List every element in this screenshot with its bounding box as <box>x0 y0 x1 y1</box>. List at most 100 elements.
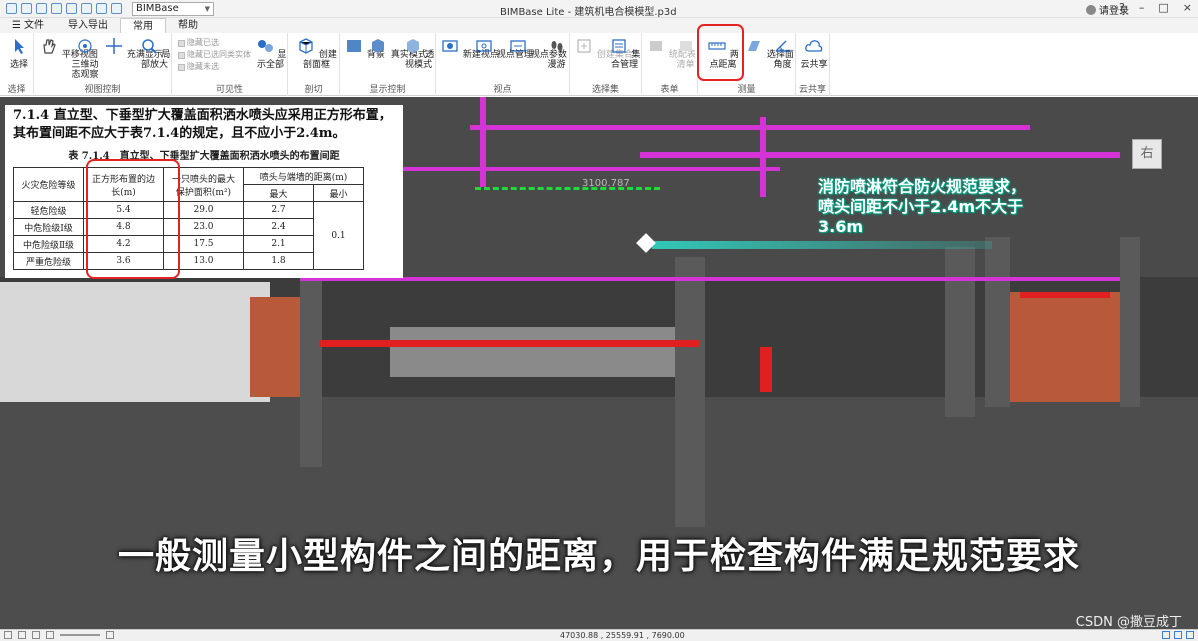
group-selection-set: 创建集合 集合管理 选择集 <box>570 33 642 96</box>
settings-icon[interactable] <box>81 3 92 14</box>
visibility-small-list: 隐藏已选 隐藏已选同类实体 隐藏未选 <box>178 37 251 73</box>
status-right-tools <box>1162 631 1194 639</box>
show-all-icon <box>257 40 273 52</box>
view-mode-icon[interactable] <box>1162 631 1170 639</box>
video-subtitle: 一般测量小型构件之间的距离，用于检查构件满足规范要求 <box>117 536 1080 577</box>
spec-min-value: 0.1 <box>313 201 364 270</box>
measure-highlight-box <box>697 24 744 81</box>
create-section-box-button[interactable]: 创建剖面框 <box>294 37 339 70</box>
cube-solid-icon <box>372 39 384 53</box>
walk-button[interactable]: 漫游 <box>544 37 569 70</box>
spec-header-max: 最大 <box>243 184 314 202</box>
zoom-out-icon[interactable] <box>46 631 54 639</box>
sprinkler-pipe-render <box>480 97 486 187</box>
far-wall-render <box>390 327 690 377</box>
grid-icon[interactable] <box>4 631 12 639</box>
camera-add-icon <box>442 40 458 52</box>
group-view-control: 平移视图 三维动态观察 充满显示 局部放大 视图控制 <box>34 33 172 96</box>
chevron-down-icon: ▼ <box>204 4 210 13</box>
help-button[interactable]: ? <box>1119 1 1125 14</box>
snap-icon[interactable] <box>18 631 26 639</box>
minimize-button[interactable]: – <box>1139 1 1145 14</box>
table-icon <box>650 41 662 51</box>
spec-clause: 7.1.4 直立型、下垂型扩大覆盖面积洒水喷头应采用正方形布置，其布置间距不应大… <box>5 105 403 145</box>
new-file-icon[interactable] <box>21 3 32 14</box>
spec-table-caption: 表 7.1.4 直立型、下垂型扩大覆盖面积洒水喷头的布置间距 <box>68 151 340 162</box>
measure-beam <box>652 241 992 249</box>
csdn-watermark: CSDN @撒豆成丁 <box>1075 615 1182 629</box>
cloud-icon <box>805 40 823 52</box>
orbit-icon <box>78 39 92 53</box>
layer-icon[interactable] <box>32 631 40 639</box>
footprint-icon <box>551 41 562 51</box>
section-box-icon <box>299 38 313 54</box>
cloud-share-button[interactable]: 云共享 <box>799 37 829 70</box>
tab-help[interactable]: 帮助 <box>166 18 210 33</box>
column-render <box>985 237 1010 407</box>
save-as-icon[interactable] <box>66 3 77 14</box>
table-row: 严重危险级 3.6 13.0 1.8 <box>13 252 364 270</box>
angle-icon <box>775 40 790 52</box>
3d-viewport[interactable]: 3100.787 右 消防喷淋符合防火规范要求，喷头间距不小于2.4m不大于3.… <box>0 97 1198 629</box>
hide-selected-item[interactable]: 隐藏已选 <box>178 37 251 49</box>
sprinkler-pipe-render <box>300 277 1120 281</box>
ribbon: 选择 选择 平移视图 三维动态观察 充满显示 局部放大 视图控制 隐藏已选 隐藏… <box>0 24 1198 96</box>
group-table: 统配表 清单 表单 <box>642 33 698 96</box>
sprinkler-pipe-render <box>640 152 1120 158</box>
set-add-icon <box>577 39 591 53</box>
undo-icon[interactable] <box>96 3 107 14</box>
orbit-button[interactable]: 三维动态观察 <box>70 37 100 80</box>
camera-settings-icon <box>476 40 492 52</box>
spec-overlay: 7.1.4 直立型、下垂型扩大覆盖面积洒水喷头应采用正方形布置，其布置间距不应大… <box>5 105 403 278</box>
set-manage-button[interactable]: 集合管理 <box>608 37 641 70</box>
hide-unselected-item[interactable]: 隐藏未选 <box>178 61 251 73</box>
set-manage-icon <box>611 39 626 53</box>
project-selector[interactable]: BIMBase ▼ <box>132 1 214 16</box>
measure-value-label: 3100.787 <box>582 178 630 189</box>
tab-file[interactable]: ☰ 文件 <box>0 18 56 33</box>
select-button[interactable]: 选择 <box>5 37 33 70</box>
spec-header-min: 最小 <box>313 184 364 202</box>
floor-render <box>0 397 1198 629</box>
column-render <box>1120 237 1140 407</box>
view-cube[interactable]: 右 <box>1132 139 1162 169</box>
hide-same-type-item[interactable]: 隐藏已选同类实体 <box>178 49 251 61</box>
tab-common[interactable]: 常用 <box>119 18 166 33</box>
spec-table: 火灾危险等级 正方形布置的边长(m) 一只喷头的最大保护面积(m²) 喷头与端墙… <box>13 167 364 270</box>
open-file-icon[interactable] <box>36 3 47 14</box>
redo-icon[interactable] <box>111 3 122 14</box>
face-icon <box>748 41 760 51</box>
bill-button[interactable]: 清单 <box>674 37 697 70</box>
fire-pipe-render <box>320 340 700 347</box>
table-row: 中危险级Ⅱ级 4.2 17.5 2.1 <box>13 235 364 253</box>
window-title: BIMBase Lite - 建筑机电合模模型.p3d <box>500 7 677 18</box>
fire-pipe-render <box>760 347 772 392</box>
column-render <box>675 257 705 527</box>
zoom-window-button[interactable]: 局部放大 <box>138 37 171 70</box>
zoom-in-icon[interactable] <box>106 631 114 639</box>
hide-icon <box>178 63 185 71</box>
hide-icon <box>178 51 185 59</box>
sprinkler-pipe-render <box>470 125 1030 130</box>
ribbon-tabs: ☰ 文件 导入导出 常用 帮助 <box>0 18 1198 33</box>
close-button[interactable]: × <box>1183 1 1192 14</box>
view-cube-face-label: 右 <box>1140 146 1154 161</box>
spec-header-hazard: 火灾危险等级 <box>13 167 84 202</box>
magnifier-icon <box>141 39 157 54</box>
show-all-button[interactable]: 显示全部 <box>254 37 287 70</box>
status-left-tools <box>4 631 114 639</box>
zoom-slider[interactable] <box>60 634 100 636</box>
group-select: 选择 选择 <box>0 33 34 96</box>
group-section: 创建剖面框 剖切 <box>288 33 340 96</box>
maximize-button[interactable]: □ <box>1158 1 1168 14</box>
spacing-column-highlight <box>86 159 180 279</box>
save-icon[interactable] <box>51 3 62 14</box>
hide-icon <box>178 39 185 47</box>
background-icon <box>347 40 361 52</box>
angle-button[interactable]: 角度 <box>770 37 795 70</box>
perspective-mode-button[interactable]: 透视模式 <box>402 37 435 70</box>
fullscreen-icon[interactable] <box>1186 631 1194 639</box>
tab-import-export[interactable]: 导入导出 <box>56 18 120 33</box>
layout-icon[interactable] <box>1174 631 1182 639</box>
hand-icon <box>43 39 56 54</box>
